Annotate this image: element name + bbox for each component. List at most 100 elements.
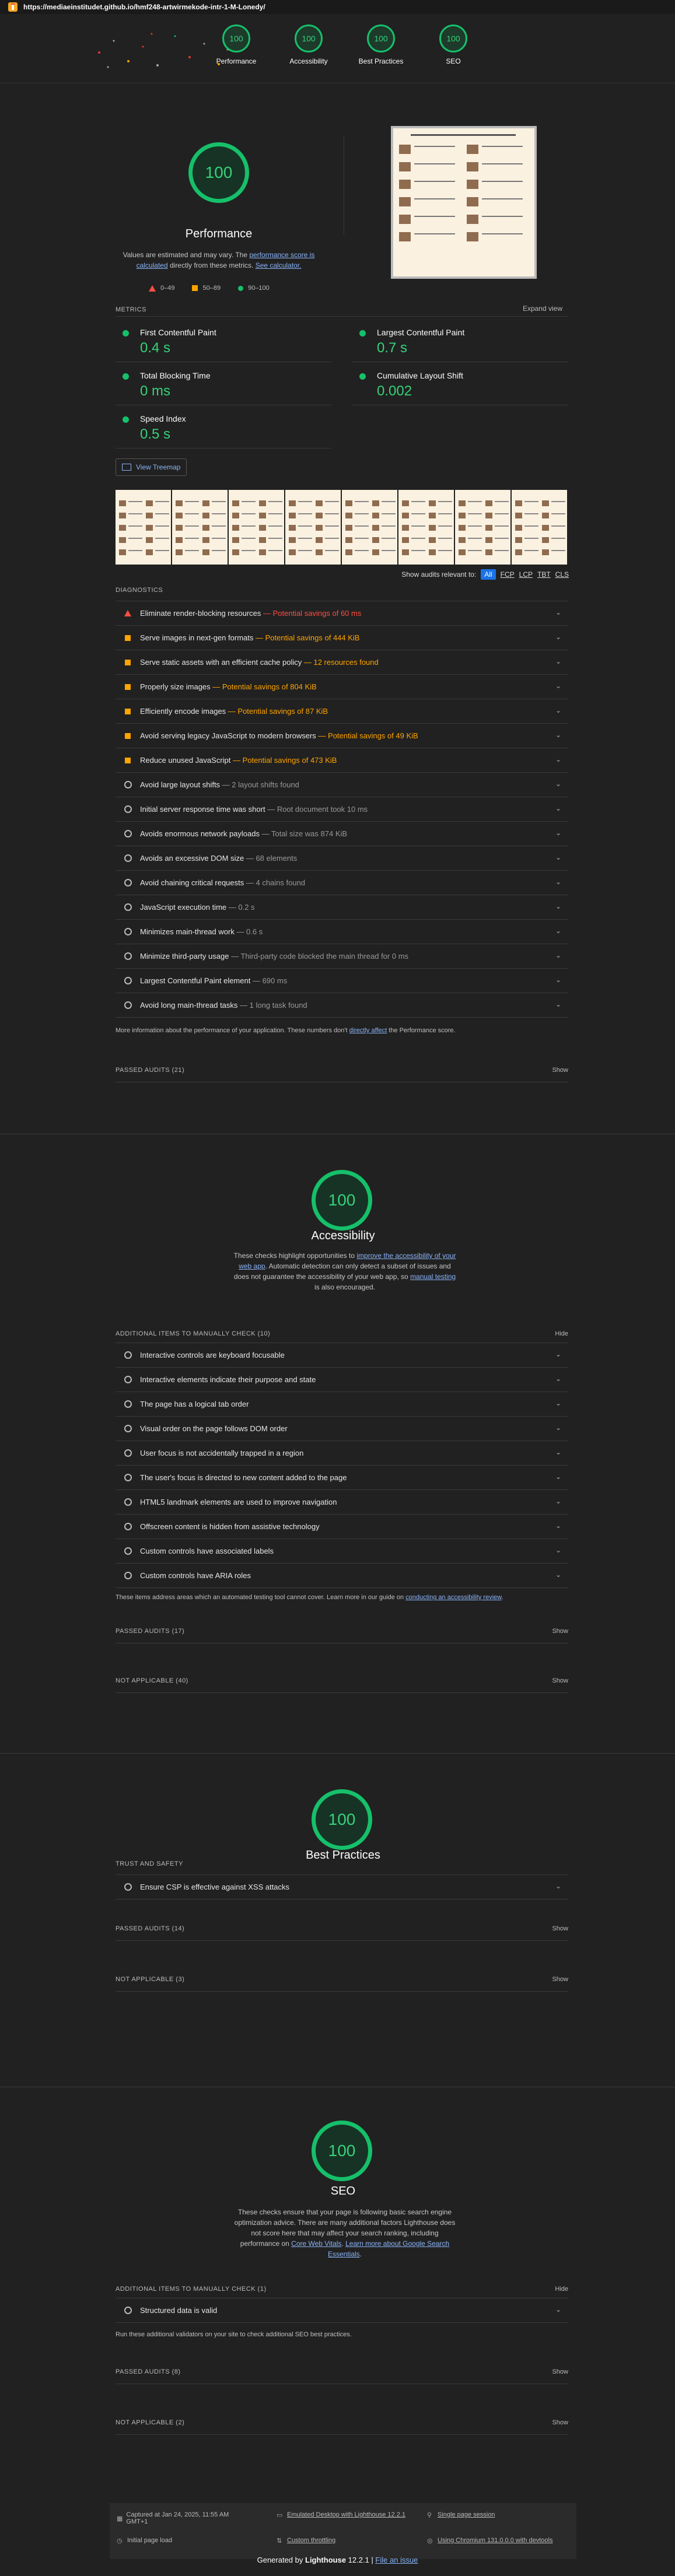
final-screenshot[interactable] [391,126,537,279]
session[interactable]: ⚲ Single page session [427,2511,495,2519]
audit-row[interactable]: Avoids an excessive DOM size — 68 elemen… [116,846,568,871]
chevron-down-icon[interactable]: ⌄ [555,804,562,812]
chevron-down-icon[interactable]: ⌄ [555,1350,562,1358]
thumbnail-block [542,513,549,518]
audit-row[interactable]: Efficiently encode images — Potential sa… [116,699,568,724]
audit-row[interactable]: JavaScript execution time — 0.2 s ⌄ [116,895,568,920]
filter-cls[interactable]: CLS [555,570,569,579]
chevron-down-icon[interactable]: ⌄ [555,1473,562,1481]
chevron-down-icon[interactable]: ⌄ [555,608,562,616]
audit-row[interactable]: Custom controls have ARIA roles ⌄ [116,1564,568,1588]
nav-best-practices[interactable]: 100 Best Practices [358,24,404,65]
chevron-down-icon[interactable]: ⌄ [555,1497,562,1505]
chevron-down-icon[interactable]: ⌄ [555,1375,562,1383]
file-issue-link[interactable]: File an issue [375,2556,418,2564]
filter-all[interactable]: All [481,569,496,580]
thumbnail-line [411,538,425,539]
calculator-link[interactable]: See calculator. [256,261,302,269]
audit-row[interactable]: Avoid long main-thread tasks — 1 long ta… [116,993,568,1018]
audit-row[interactable]: Minimize third-party usage — Third-party… [116,944,568,969]
audit-row[interactable]: Reduce unused JavaScript — Potential sav… [116,748,568,773]
accessibility-review-link[interactable]: conducting an accessibility review [405,1594,501,1601]
chevron-down-icon[interactable]: ⌄ [555,1424,562,1432]
directly-affect-link[interactable]: directly affect [349,1027,387,1034]
audit-row[interactable]: Avoid large layout shifts — 2 layout shi… [116,773,568,797]
chevron-down-icon[interactable]: ⌄ [555,902,562,910]
audit-row[interactable]: Largest Contentful Paint element — 690 m… [116,969,568,993]
audit-row[interactable]: Serve images in next-gen formats — Poten… [116,626,568,650]
chevron-down-icon[interactable]: ⌄ [555,706,562,714]
audit-detail: — Potential savings of 444 KiB [253,633,360,642]
manual-check-header[interactable]: ADDITIONAL ITEMS TO MANUALLY CHECK (10) H… [116,1325,568,1343]
chevron-down-icon[interactable]: ⌄ [555,657,562,665]
audit-row[interactable]: Eliminate render-blocking resources — Po… [116,601,568,626]
lighthouse-link[interactable]: Lighthouse [305,2556,346,2564]
audit-row[interactable]: Avoids enormous network payloads — Total… [116,822,568,846]
thumbnail-line [438,525,452,527]
emulated-device[interactable]: ▭ Emulated Desktop with Lighthouse 12.2.1 [277,2511,405,2519]
chevron-down-icon[interactable]: ⌄ [555,1000,562,1008]
view-treemap-button[interactable]: View Treemap [116,458,187,476]
audit-row[interactable]: The page has a logical tab order ⌄ [116,1392,568,1417]
not-applicable-best-practices[interactable]: NOT APPLICABLE (3) Show [116,1968,568,1992]
audit-row[interactable]: Offscreen content is hidden from assisti… [116,1515,568,1539]
audit-row[interactable]: Structured data is valid ⌄ [116,2298,568,2323]
audit-row[interactable]: Avoid chaining critical requests — 4 cha… [116,871,568,895]
chromium-version[interactable]: ◎ Using Chromium 131.0.0.0 with devtools [427,2537,552,2545]
not-applicable-seo[interactable]: NOT APPLICABLE (2) Show [116,2411,568,2435]
audit-row[interactable]: The user's focus is directed to new cont… [116,1466,568,1490]
audit-row[interactable]: Serve static assets with an efficient ca… [116,650,568,675]
chevron-down-icon[interactable]: ⌄ [555,755,562,763]
chevron-down-icon[interactable]: ⌄ [555,1448,562,1456]
chevron-down-icon[interactable]: ⌄ [555,1546,562,1554]
chevron-down-icon[interactable]: ⌄ [555,731,562,739]
thumbnail-block [146,549,153,555]
chevron-down-icon[interactable]: ⌄ [555,927,562,935]
search-essentials-link[interactable]: Learn more about Google Search Essential… [328,2239,449,2258]
thumbnail-line [382,525,396,527]
audit-row[interactable]: User focus is not accidentally trapped i… [116,1441,568,1466]
chevron-down-icon[interactable]: ⌄ [555,976,562,984]
not-applicable-accessibility[interactable]: NOT APPLICABLE (40) Show [116,1669,568,1693]
page-url[interactable]: https://mediaeinstitudet.github.io/hmf24… [23,3,265,11]
audit-row[interactable]: Interactive controls are keyboard focusa… [116,1343,568,1368]
audit-row[interactable]: Visual order on the page follows DOM ord… [116,1417,568,1441]
chevron-down-icon[interactable]: ⌄ [555,2305,562,2314]
filter-fcp[interactable]: FCP [501,570,515,579]
manual-testing-link[interactable]: manual testing [410,1273,456,1281]
audit-row[interactable]: Avoid serving legacy JavaScript to moder… [116,724,568,748]
audit-title: Avoids an excessive DOM size [140,854,244,863]
chevron-down-icon[interactable]: ⌄ [555,1882,562,1890]
passed-audits-best-practices[interactable]: PASSED AUDITS (14) Show [116,1917,568,1941]
chevron-down-icon[interactable]: ⌄ [555,633,562,641]
audit-row[interactable]: Ensure CSP is effective against XSS atta… [116,1875,568,1899]
nav-accessibility[interactable]: 100 Accessibility [285,24,332,65]
audit-row[interactable]: Interactive elements indicate their purp… [116,1368,568,1392]
chevron-down-icon[interactable]: ⌄ [555,780,562,788]
chevron-down-icon[interactable]: ⌄ [555,951,562,959]
thumbnail-line [495,525,509,527]
audit-row[interactable]: HTML5 landmark elements are used to impr… [116,1490,568,1515]
nav-performance[interactable]: 100 Performance [213,24,260,65]
throttling[interactable]: ⇅ Custom throttling [277,2537,335,2545]
filter-lcp[interactable]: LCP [519,570,533,579]
chevron-down-icon[interactable]: ⌄ [555,1399,562,1407]
chevron-down-icon[interactable]: ⌄ [555,829,562,837]
audit-row[interactable]: Custom controls have associated labels ⌄ [116,1539,568,1564]
passed-audits-accessibility[interactable]: PASSED AUDITS (17) Show [116,1620,568,1643]
expand-view-toggle[interactable]: Expand view [523,304,562,313]
core-web-vitals-link[interactable]: Core Web Vitals [291,2239,341,2248]
chevron-down-icon[interactable]: ⌄ [555,853,562,861]
audit-row[interactable]: Properly size images — Potential savings… [116,675,568,699]
audit-row[interactable]: Initial server response time was short —… [116,797,568,822]
chevron-down-icon[interactable]: ⌄ [555,1571,562,1579]
manual-check-header[interactable]: ADDITIONAL ITEMS TO MANUALLY CHECK (1) Hi… [116,2280,568,2298]
filter-tbt[interactable]: TBT [537,570,551,579]
audit-row[interactable]: Minimizes main-thread work — 0.6 s ⌄ [116,920,568,944]
chevron-down-icon[interactable]: ⌄ [555,682,562,690]
passed-audits-performance[interactable]: PASSED AUDITS (21) Show [116,1059,568,1082]
nav-seo[interactable]: 100 SEO [430,24,477,65]
chevron-down-icon[interactable]: ⌄ [555,878,562,886]
chevron-down-icon[interactable]: ⌄ [555,1522,562,1530]
passed-audits-seo[interactable]: PASSED AUDITS (8) Show [116,2360,568,2384]
